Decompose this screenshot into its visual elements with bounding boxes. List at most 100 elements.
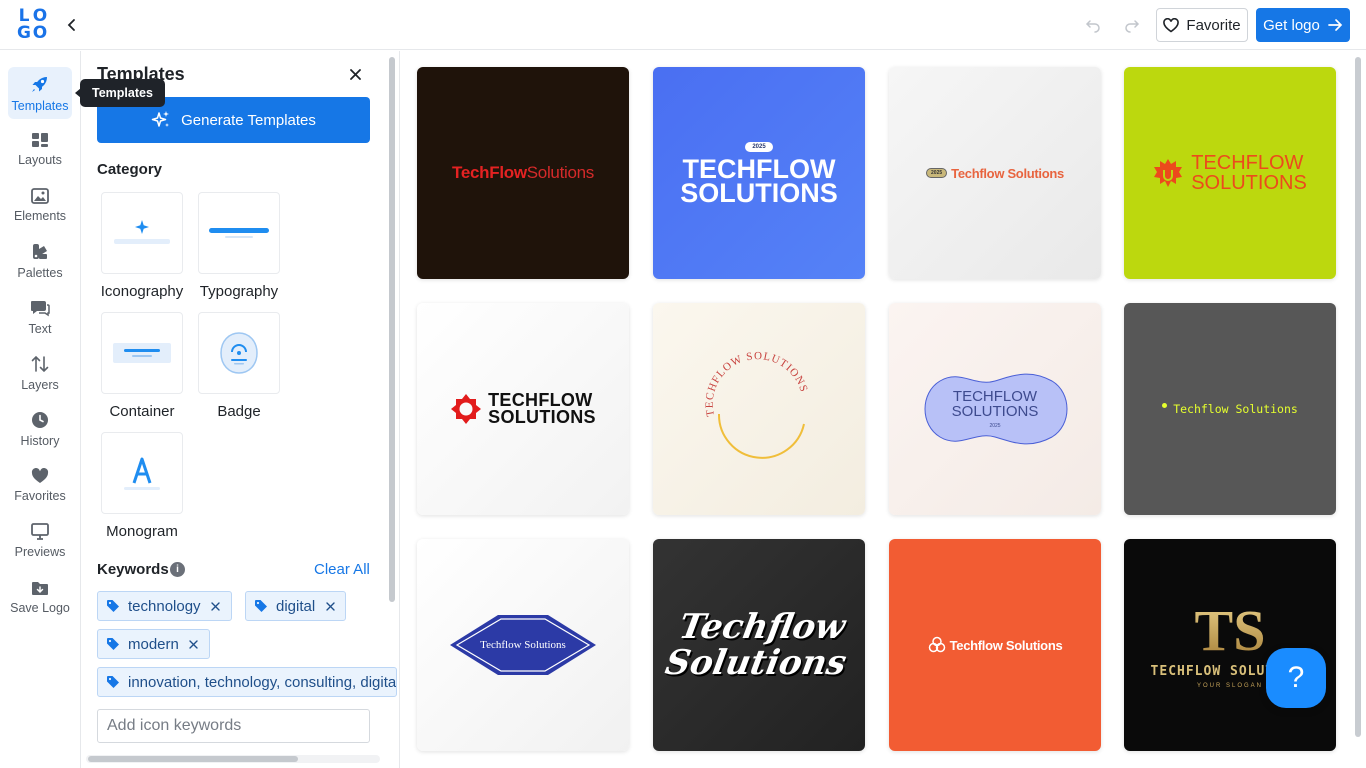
rail-label: Layers xyxy=(21,377,59,392)
category-label: Badge xyxy=(217,403,261,420)
redo-button[interactable] xyxy=(1120,13,1144,37)
monogram-thumbnail-icon xyxy=(124,457,160,490)
rail-item-elements[interactable]: Elements xyxy=(8,179,72,231)
keyword-chip[interactable]: modern xyxy=(97,629,210,659)
scrollbar-thumb[interactable] xyxy=(389,57,395,602)
svg-text:TECHFLOW SOLUTIONS: TECHFLOW SOLUTIONS xyxy=(694,344,810,419)
rail-item-previews[interactable]: Previews xyxy=(8,515,72,567)
logo-letter: G xyxy=(17,23,31,43)
category-badge[interactable] xyxy=(198,312,280,394)
scrollbar-thumb[interactable] xyxy=(1355,57,1361,737)
template-name-part: Solutions xyxy=(526,163,595,182)
template-badge: 2025 xyxy=(926,168,948,178)
category-iconography[interactable] xyxy=(101,192,183,274)
keyword-input[interactable] xyxy=(97,709,370,743)
favorite-label: Favorite xyxy=(1186,16,1241,34)
typography-thumbnail-icon xyxy=(209,228,269,238)
clear-all-link[interactable]: Clear All xyxy=(314,561,370,578)
template-card[interactable]: Techflow Solutions xyxy=(653,539,865,751)
rail-item-layers[interactable]: Layers xyxy=(8,347,72,399)
rail-label: Templates xyxy=(11,98,69,113)
template-line: Techflow Solutions xyxy=(949,637,1063,653)
dot-icon xyxy=(1162,402,1168,408)
panel-scrollbar[interactable] xyxy=(388,57,396,757)
rail-label: Save Logo xyxy=(10,600,70,615)
favorite-button[interactable]: Favorite xyxy=(1156,8,1248,42)
category-typography[interactable] xyxy=(198,192,280,274)
keyword-chip[interactable]: digital xyxy=(245,591,347,621)
template-logo: Techflow Solutions xyxy=(928,636,1063,654)
rail-item-layouts[interactable]: Layouts xyxy=(8,123,72,175)
help-button[interactable]: ? xyxy=(1266,648,1326,708)
tag-icon xyxy=(107,600,119,612)
scrollbar-thumb[interactable] xyxy=(88,756,298,762)
rail-item-save-logo[interactable]: Save Logo xyxy=(8,571,72,623)
iconography-thumbnail-icon xyxy=(114,220,170,244)
rail-item-text[interactable]: Text xyxy=(8,291,72,343)
back-button[interactable] xyxy=(60,13,84,37)
template-card[interactable]: TS TECHFLOW SOLUTIONS YOUR SLOGAN xyxy=(1124,539,1336,751)
keyword-chip-label: digital xyxy=(276,597,316,615)
keywords-title: Keywords xyxy=(97,561,169,578)
tag-icon xyxy=(255,600,267,612)
keyword-chip[interactable]: technology xyxy=(97,591,232,621)
template-card[interactable]: TECHFLOW SOLUTIONS xyxy=(1124,67,1336,279)
templates-panel: Templates Generate Templates Category Ic… xyxy=(82,51,400,768)
close-panel-button[interactable] xyxy=(346,65,364,83)
get-logo-button[interactable]: Get logo xyxy=(1256,8,1350,42)
tag-icon xyxy=(107,676,119,688)
generate-templates-label: Generate Templates xyxy=(181,111,316,129)
keyword-chip[interactable]: innovation, technology, consulting, digi… xyxy=(97,667,397,697)
rail-item-templates[interactable]: Templates xyxy=(8,67,72,119)
undo-button[interactable] xyxy=(1081,13,1105,37)
rail-tooltip: Templates xyxy=(75,79,165,107)
rail-label: Favorites xyxy=(14,488,66,503)
template-card[interactable]: 2025 Techflow Solutions xyxy=(889,67,1101,279)
gallery-scrollbar[interactable] xyxy=(1354,57,1362,767)
container-thumbnail-icon xyxy=(113,343,171,363)
panel-horizontal-scrollbar[interactable] xyxy=(86,755,380,763)
template-card[interactable]: Techflow Solutions xyxy=(417,539,629,751)
redo-icon xyxy=(1125,20,1140,33)
close-icon xyxy=(189,639,199,649)
heart-outline-icon xyxy=(1163,17,1180,32)
template-card[interactable]: Techflow Solutions xyxy=(1124,303,1336,515)
rail-item-palettes[interactable]: Palettes xyxy=(8,235,72,287)
category-container[interactable] xyxy=(101,312,183,394)
category-monogram[interactable] xyxy=(101,432,183,514)
template-card[interactable]: 2025 TECHFLOW SOLUTIONS xyxy=(653,67,865,279)
clock-icon xyxy=(32,411,48,428)
template-card[interactable]: TECHFLOW SOLUTIONS 2025 xyxy=(889,303,1101,515)
keyword-chip-label: modern xyxy=(128,635,179,653)
template-logo: TECHFLOW SOLUTIONS xyxy=(1153,153,1307,193)
rail-item-history[interactable]: History xyxy=(8,403,72,455)
template-card[interactable]: TECHFLOW SOLUTIONS xyxy=(653,303,865,515)
knot-icon xyxy=(928,636,945,653)
template-line: Techflow Solutions xyxy=(480,639,566,651)
remove-keyword-button[interactable] xyxy=(323,599,337,613)
template-logo: Techflow Solutions xyxy=(1162,402,1298,416)
badge-thumbnail-icon xyxy=(220,332,258,374)
arc-text: TECHFLOW SOLUTIONS xyxy=(694,344,810,419)
template-card[interactable]: TECHFLOW SOLUTIONS xyxy=(417,303,629,515)
remove-keyword-button[interactable] xyxy=(209,599,223,613)
sparkles-icon xyxy=(151,111,170,127)
category-title: Category xyxy=(97,161,163,178)
heart-icon xyxy=(31,467,49,483)
rail-label: History xyxy=(20,433,60,448)
tag-icon xyxy=(107,638,119,650)
template-card[interactable]: Techflow Solutions xyxy=(889,539,1101,751)
get-logo-label: Get logo xyxy=(1263,16,1320,34)
remove-keyword-button[interactable] xyxy=(187,637,201,651)
template-gallery: TechFlowSolutions 2025 TECHFLOW SOLUTION… xyxy=(401,51,1366,768)
rail-label: Palettes xyxy=(17,265,63,280)
info-icon[interactable]: i xyxy=(170,562,185,577)
template-card[interactable]: TechFlowSolutions xyxy=(417,67,629,279)
template-logo: TECHFLOW SOLUTIONS xyxy=(450,391,596,426)
app-logo[interactable]: L O G O xyxy=(16,8,48,42)
template-logo: Techflow Solutions xyxy=(662,607,856,683)
template-line: Techflow Solutions xyxy=(951,165,1064,181)
template-badge: 2025 xyxy=(745,141,773,152)
rail-item-favorites[interactable]: Favorites xyxy=(8,459,72,511)
layers-icon xyxy=(31,355,49,372)
